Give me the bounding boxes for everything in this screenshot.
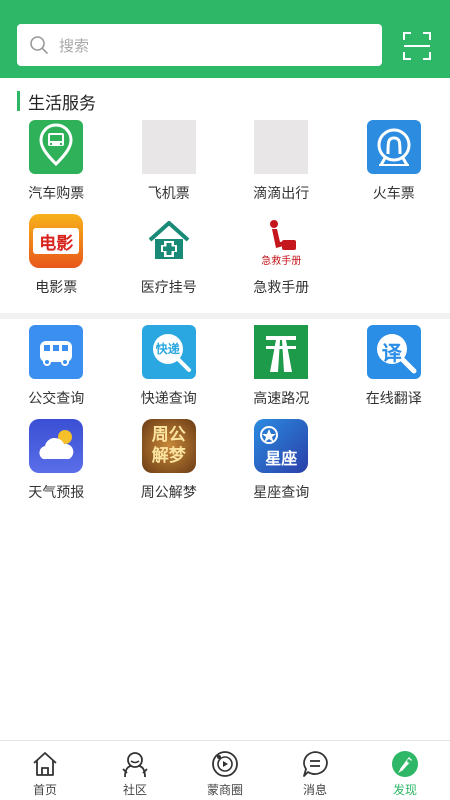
highway-icon bbox=[254, 325, 309, 379]
service-label: 星座查询 bbox=[253, 485, 310, 501]
movie-icon-text: 电影 bbox=[39, 233, 74, 254]
tab-discover[interactable]: 发现 bbox=[360, 741, 450, 800]
community-icon bbox=[122, 752, 148, 778]
tab-label: 蒙商圈 bbox=[206, 783, 243, 797]
search-placeholder: 搜索 bbox=[59, 36, 90, 55]
translate-icon-text: 译 bbox=[381, 341, 402, 365]
first-aid-icon-text: 急救手册 bbox=[261, 256, 302, 267]
service-highway[interactable]: 高速路况 bbox=[225, 325, 338, 419]
message-icon bbox=[303, 751, 328, 777]
section-title-text: 生活服务 bbox=[28, 93, 96, 114]
service-label: 天气预报 bbox=[28, 485, 85, 501]
search-box[interactable]: 搜索 bbox=[17, 24, 382, 66]
first-aid-icon: 急救手册 bbox=[254, 214, 309, 268]
service-label: 快递查询 bbox=[140, 391, 197, 407]
section-title: 生活服务 bbox=[17, 90, 96, 114]
scan-icon[interactable] bbox=[402, 31, 432, 61]
service-label: 高速路况 bbox=[253, 391, 310, 407]
bus-query-icon bbox=[29, 325, 84, 379]
service-grid-2: 公交查询 快递 快递查询 高速路况 译 在线翻译 天气预报 周公解梦 周公解梦 … bbox=[0, 325, 450, 513]
service-first-aid[interactable]: 急救手册 急救手册 bbox=[225, 214, 338, 308]
tab-home[interactable]: 首页 bbox=[0, 741, 90, 800]
tab-message[interactable]: 消息 bbox=[270, 741, 360, 800]
service-label: 汽车购票 bbox=[28, 186, 85, 202]
section-title-bar bbox=[17, 91, 20, 111]
business-circle-icon bbox=[212, 751, 238, 777]
service-label: 电影票 bbox=[35, 280, 78, 296]
bottom-tab-bar: 首页 社区 蒙商圈 消息 发现 bbox=[0, 740, 450, 800]
weather-icon bbox=[29, 419, 84, 473]
service-plane-ticket[interactable]: 飞机票 bbox=[113, 120, 226, 214]
service-label: 急救手册 bbox=[253, 280, 310, 296]
hospital-icon bbox=[141, 214, 196, 268]
movie-ticket-icon: 电影 bbox=[29, 214, 84, 268]
service-train-ticket[interactable]: 火车票 bbox=[338, 120, 450, 214]
tab-label: 发现 bbox=[392, 783, 417, 797]
tab-business-circle[interactable]: 蒙商圈 bbox=[180, 741, 270, 800]
service-grid-1: 汽车购票 飞机票 滴滴出行 火车票 电影 电影票 医疗挂号 急救手册 急救手册 bbox=[0, 120, 450, 308]
service-horoscope[interactable]: 星座 星座查询 bbox=[225, 419, 338, 513]
tab-label: 社区 bbox=[122, 783, 147, 797]
section-divider bbox=[0, 313, 450, 319]
tab-community[interactable]: 社区 bbox=[90, 741, 180, 800]
express-query-icon: 快递 bbox=[141, 325, 196, 379]
service-movie-ticket[interactable]: 电影 电影票 bbox=[0, 214, 113, 308]
service-label: 滴滴出行 bbox=[253, 186, 310, 202]
horoscope-icon: 星座 bbox=[254, 419, 309, 473]
service-label: 火车票 bbox=[372, 186, 415, 202]
service-label: 飞机票 bbox=[147, 186, 190, 202]
horoscope-icon-text: 星座 bbox=[265, 449, 298, 468]
express-icon-text: 快递 bbox=[155, 342, 180, 356]
translate-icon: 译 bbox=[366, 325, 421, 379]
service-label: 医疗挂号 bbox=[140, 280, 197, 296]
train-ticket-icon bbox=[366, 120, 421, 174]
service-weather[interactable]: 天气预报 bbox=[0, 419, 113, 513]
service-dream[interactable]: 周公解梦 周公解梦 bbox=[113, 419, 226, 513]
bus-ticket-icon bbox=[29, 120, 84, 174]
service-bus-ticket[interactable]: 汽车购票 bbox=[0, 120, 113, 214]
home-icon bbox=[33, 752, 57, 776]
service-label: 在线翻译 bbox=[365, 391, 422, 407]
discover-icon bbox=[392, 751, 418, 777]
service-bus-query[interactable]: 公交查询 bbox=[0, 325, 113, 419]
didi-icon bbox=[254, 120, 309, 174]
service-didi[interactable]: 滴滴出行 bbox=[225, 120, 338, 214]
header-bar: 搜索 bbox=[0, 0, 450, 78]
dream-icon-text: 周公解梦 bbox=[151, 425, 186, 466]
tab-label: 首页 bbox=[32, 783, 57, 797]
service-label: 公交查询 bbox=[28, 391, 85, 407]
service-translate[interactable]: 译 在线翻译 bbox=[338, 325, 450, 419]
plane-ticket-icon bbox=[141, 120, 196, 174]
search-icon bbox=[30, 36, 48, 54]
tab-label: 消息 bbox=[302, 783, 327, 797]
service-label: 周公解梦 bbox=[140, 485, 197, 501]
service-hospital[interactable]: 医疗挂号 bbox=[113, 214, 226, 308]
dream-icon: 周公解梦 bbox=[141, 419, 196, 473]
service-express-query[interactable]: 快递 快递查询 bbox=[113, 325, 226, 419]
